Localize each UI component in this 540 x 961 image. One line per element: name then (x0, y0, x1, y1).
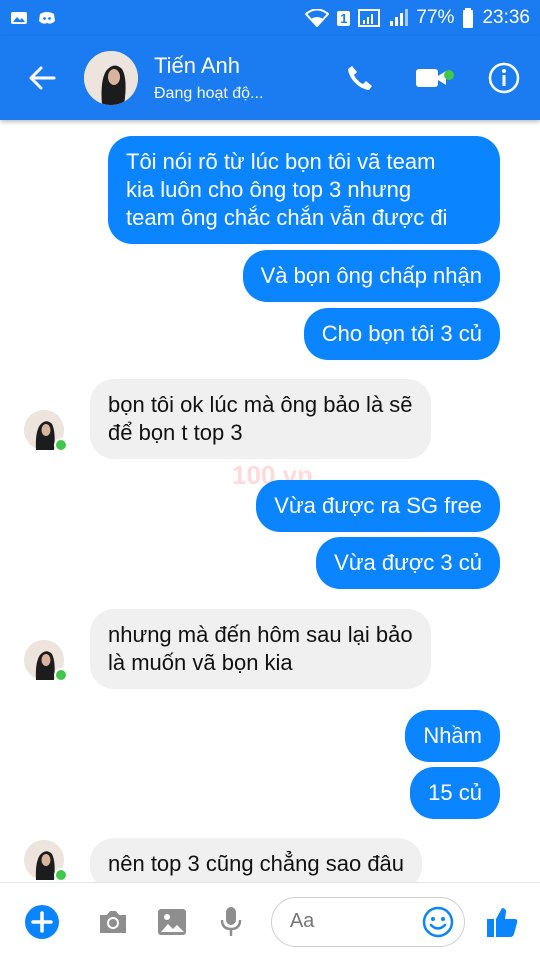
info-icon (488, 62, 520, 94)
message-bubble-outgoing[interactable]: Nhầm (405, 710, 500, 762)
contact-name[interactable]: Tiến Anh (154, 53, 324, 79)
message-bubble-outgoing[interactable]: Tôi nói rõ từ lúc bọn tôi vã team kia lu… (108, 136, 500, 244)
message-bubble-outgoing[interactable]: Vừa được ra SG free (256, 480, 500, 532)
image-icon (157, 908, 186, 935)
wifi-icon (305, 9, 330, 27)
sender-avatar[interactable] (24, 640, 68, 682)
message-input-box[interactable] (270, 896, 465, 947)
cell-signal-icon (390, 9, 409, 26)
sender-avatar[interactable] (24, 410, 68, 452)
call-button[interactable] (324, 36, 396, 120)
video-camera-icon (416, 69, 446, 87)
gallery-button[interactable] (142, 883, 201, 961)
voice-button[interactable] (202, 883, 261, 961)
camera-icon (99, 910, 126, 933)
message-bubble-outgoing[interactable]: Vừa được 3 củ (316, 537, 500, 589)
sender-avatar[interactable] (24, 840, 68, 882)
active-status: Đang hoạt độ... (154, 85, 264, 102)
info-button[interactable] (468, 36, 540, 120)
message-bubble-incoming[interactable]: nhưng mà đến hôm sau lại bảo là muốn vã … (90, 609, 431, 689)
message-bubble-incoming[interactable]: nên top 3 cũng chẳng sao đâu (90, 838, 423, 882)
like-button[interactable] (465, 883, 540, 961)
contact-avatar[interactable] (84, 51, 138, 105)
message-bubble-outgoing[interactable]: 15 củ (410, 767, 500, 819)
phone-icon (348, 66, 372, 90)
battery-icon (463, 8, 474, 28)
thumbs-up-icon (487, 907, 518, 937)
message-list[interactable]: 100.vn Tôi nói rõ từ lúc bọn tôi vã team… (0, 120, 540, 882)
avatar-photo-icon (84, 51, 138, 105)
back-button[interactable] (0, 36, 84, 120)
clock: 23:36 (482, 7, 530, 28)
message-bubble-outgoing[interactable]: Và bọn ông chấp nhận (242, 250, 500, 302)
plus-circle-icon (24, 904, 59, 939)
online-status-dot (54, 868, 68, 882)
battery-percent: 77% (416, 7, 455, 28)
status-bar: 1 77% 23:36 (0, 0, 540, 36)
microphone-icon (220, 906, 242, 936)
message-input[interactable] (289, 910, 410, 933)
message-composer (0, 882, 540, 960)
online-status-dot (54, 438, 68, 452)
sim-badge: 1 (337, 10, 351, 26)
emoji-icon[interactable] (422, 906, 454, 938)
back-arrow-icon (29, 66, 56, 90)
more-actions-button[interactable] (0, 883, 83, 961)
message-bubble-incoming[interactable]: bọn tôi ok lúc mà ông bảo là sẽ để bọn t… (90, 379, 431, 459)
image-notification-icon (11, 12, 27, 24)
online-status-dot (54, 668, 68, 682)
discord-notification-icon (39, 12, 55, 24)
video-online-dot (444, 70, 454, 80)
signal-box-icon (358, 9, 381, 27)
camera-button[interactable] (83, 883, 142, 961)
message-bubble-outgoing[interactable]: Cho bọn tôi 3 củ (303, 308, 500, 360)
conversation-header: Tiến Anh Đang hoạt độ... (0, 36, 540, 120)
video-call-button[interactable] (396, 36, 468, 120)
